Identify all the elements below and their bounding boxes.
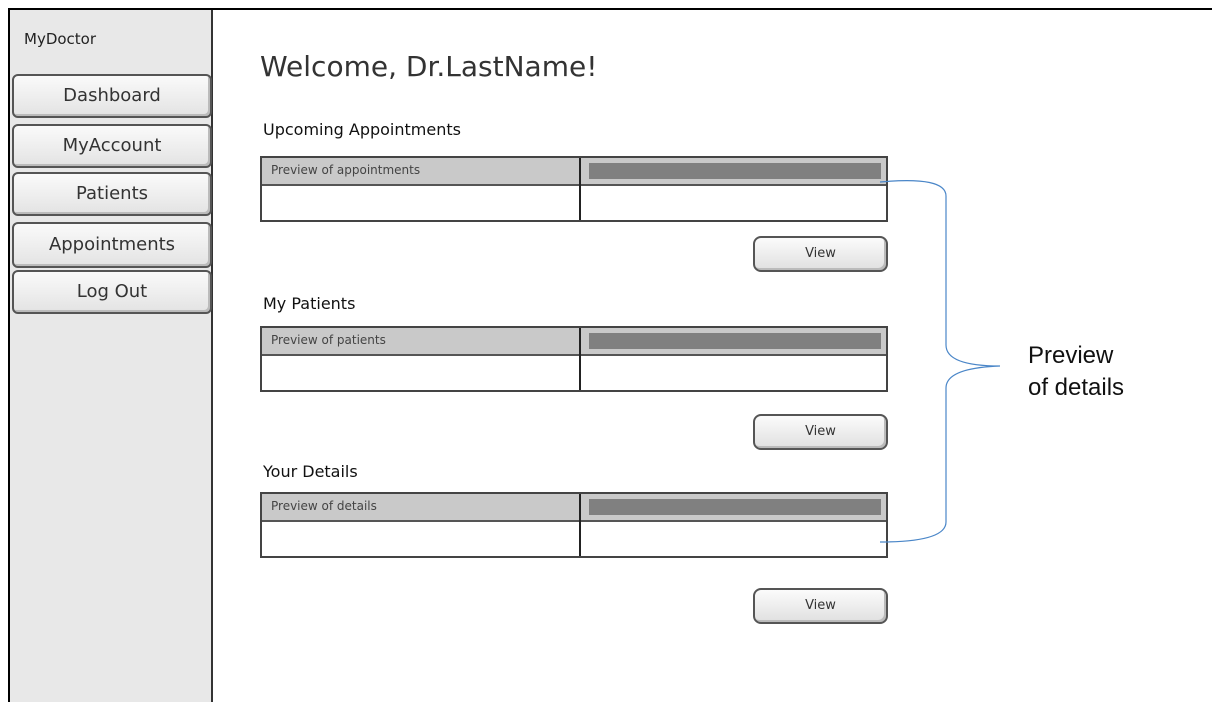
- section-title-details: Your Details: [263, 462, 358, 481]
- table-header-label: Preview of details: [271, 499, 377, 513]
- sidebar-item-appointments[interactable]: Appointments: [12, 222, 212, 268]
- appointments-preview-table: Preview of appointments: [260, 156, 888, 222]
- annotation-line-2: of details: [1028, 374, 1125, 401]
- placeholder-bar: [589, 333, 881, 349]
- annotation-label: Preview of details: [1028, 340, 1188, 404]
- page-title: Welcome, Dr.LastName!: [260, 50, 598, 83]
- sidebar-item-patients[interactable]: Patients: [12, 172, 212, 216]
- sidebar: MyDoctor Dashboard MyAccount Patients Ap…: [10, 10, 213, 702]
- table-header-label: Preview of patients: [271, 333, 386, 347]
- app-name: MyDoctor: [24, 30, 97, 48]
- section-title-patients: My Patients: [263, 294, 356, 313]
- table-header-label: Preview of appointments: [271, 163, 421, 177]
- column-divider: [579, 158, 581, 220]
- table-header: Preview of patients: [262, 328, 886, 356]
- annotation-line-1: Preview: [1028, 342, 1114, 369]
- table-header: Preview of appointments: [262, 158, 886, 186]
- section-title-appointments: Upcoming Appointments: [263, 120, 461, 139]
- view-patients-button[interactable]: View: [753, 414, 888, 450]
- column-divider: [579, 328, 581, 390]
- column-divider: [579, 494, 581, 556]
- sidebar-item-myaccount[interactable]: MyAccount: [12, 124, 212, 168]
- view-appointments-button[interactable]: View: [753, 236, 888, 272]
- table-header: Preview of details: [262, 494, 886, 522]
- sidebar-item-logout[interactable]: Log Out: [12, 270, 212, 314]
- details-preview-table: Preview of details: [260, 492, 888, 558]
- placeholder-bar: [589, 163, 881, 179]
- placeholder-bar: [589, 499, 881, 515]
- patients-preview-table: Preview of patients: [260, 326, 888, 392]
- sidebar-item-dashboard[interactable]: Dashboard: [12, 74, 212, 118]
- view-details-button[interactable]: View: [753, 588, 888, 624]
